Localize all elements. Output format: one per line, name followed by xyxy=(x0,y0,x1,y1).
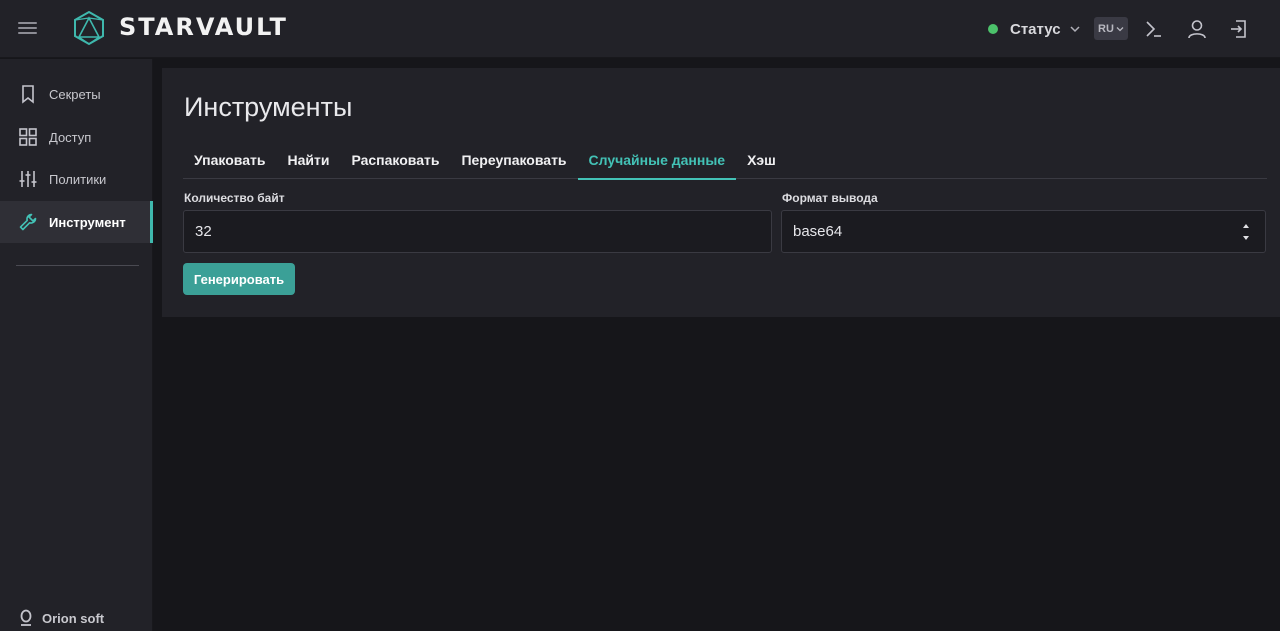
sidebar-item-label: Секреты xyxy=(49,86,101,102)
terminal-icon[interactable] xyxy=(1143,18,1165,40)
wrench-icon xyxy=(19,213,37,231)
status-dropdown[interactable]: Статус xyxy=(988,18,1080,40)
sidebar-item-access[interactable]: Доступ xyxy=(0,116,153,158)
tools-tabs: Упаковать Найти Распаковать Переупаковат… xyxy=(183,141,1267,180)
select-arrows-icon xyxy=(1243,224,1249,240)
sidebar: Секреты Доступ Политики Инструмент Orion… xyxy=(0,59,153,631)
tools-panel: Инструменты Упаковать Найти Распаковать … xyxy=(162,68,1280,317)
tab-wrap[interactable]: Упаковать xyxy=(183,141,276,179)
tab-hash[interactable]: Хэш xyxy=(736,141,787,179)
logo-text[interactable]: STARVAULT xyxy=(119,13,288,41)
page-title: Инструменты xyxy=(184,92,353,122)
top-bar: STARVAULT Статус RU xyxy=(0,0,1280,58)
sidebar-divider xyxy=(16,265,139,266)
logo-icon[interactable] xyxy=(72,10,106,46)
chevron-down-icon xyxy=(1116,26,1124,31)
bookmark-icon xyxy=(22,85,34,104)
sidebar-item-label: Политики xyxy=(49,171,107,187)
status-label: Статус xyxy=(1010,20,1061,38)
chevron-down-icon xyxy=(1070,26,1080,33)
bytes-input[interactable] xyxy=(195,223,771,240)
language-selector[interactable]: RU xyxy=(1094,17,1128,40)
format-label: Формат вывода xyxy=(782,191,878,205)
status-indicator xyxy=(988,24,998,34)
sidebar-item-secrets[interactable]: Секреты xyxy=(0,73,153,115)
tab-unwrap[interactable]: Распаковать xyxy=(340,141,450,179)
vendor-brand: Orion soft xyxy=(18,609,104,627)
sliders-icon xyxy=(19,171,37,187)
tab-lookup[interactable]: Найти xyxy=(276,141,340,179)
tab-rewrap[interactable]: Переупаковать xyxy=(450,141,577,179)
user-icon[interactable] xyxy=(1186,18,1208,40)
language-label: RU xyxy=(1098,22,1114,35)
menu-icon[interactable] xyxy=(18,20,38,36)
sidebar-item-label: Доступ xyxy=(49,129,92,145)
format-select-value: base64 xyxy=(793,223,843,240)
sidebar-item-policies[interactable]: Политики xyxy=(0,158,153,200)
generate-button[interactable]: Генерировать xyxy=(183,263,295,295)
format-select[interactable]: base64 xyxy=(781,210,1266,253)
sidebar-item-label: Инструмент xyxy=(49,214,126,230)
logout-icon[interactable] xyxy=(1228,18,1250,40)
bytes-label: Количество байт xyxy=(184,191,285,205)
grid-icon xyxy=(19,128,37,146)
sidebar-item-tools[interactable]: Инструмент xyxy=(0,201,153,243)
orion-logo-icon xyxy=(20,609,32,626)
vendor-name: Orion soft xyxy=(42,610,105,626)
bytes-field-wrapper xyxy=(183,210,772,253)
tab-random[interactable]: Случайные данные xyxy=(577,141,737,180)
